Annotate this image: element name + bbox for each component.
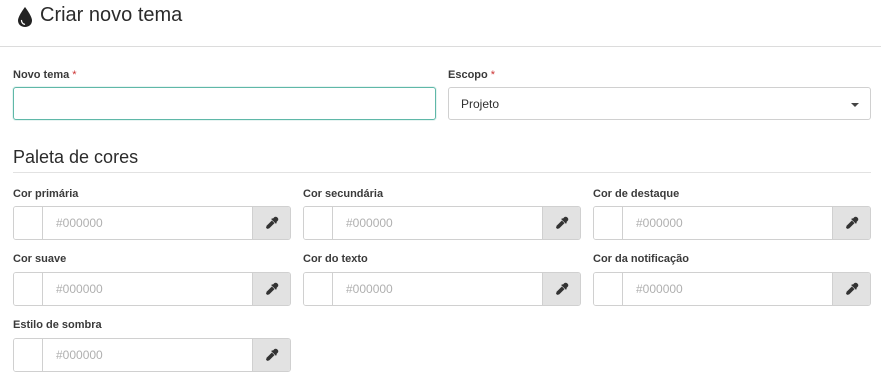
primary-color-label: Cor primária (13, 188, 79, 200)
notification-color-input[interactable] (623, 273, 832, 305)
soft-color-label: Cor suave (13, 253, 67, 265)
required-mark: * (490, 69, 496, 81)
shadow-style-field (13, 338, 291, 372)
eyedropper-button[interactable] (832, 273, 870, 305)
soft-color-input[interactable] (43, 273, 252, 305)
secondary-color-field (303, 206, 581, 240)
soft-color-field (13, 272, 291, 306)
caret-down-icon (851, 103, 859, 107)
color-swatch[interactable] (14, 339, 43, 371)
notification-color-field (593, 272, 871, 306)
color-swatch[interactable] (304, 207, 333, 239)
color-swatch[interactable] (304, 273, 333, 305)
shadow-style-input[interactable] (43, 339, 252, 371)
scope-selected-value: Projeto (461, 97, 500, 111)
eyedropper-button[interactable] (252, 207, 290, 239)
scope-label-text: Escopo (448, 69, 488, 81)
text-color-label: Cor do texto (303, 253, 368, 265)
eyedropper-icon (846, 282, 859, 295)
notification-color-label: Cor da notificação (593, 253, 689, 265)
primary-color-input[interactable] (43, 207, 252, 239)
eyedropper-icon (846, 216, 859, 229)
page-header: Criar novo tema (0, 0, 881, 47)
eyedropper-icon (556, 282, 569, 295)
palette-section-title: Paleta de cores (13, 147, 139, 167)
drop-icon (18, 7, 32, 27)
secondary-color-input[interactable] (333, 207, 542, 239)
page-title: Criar novo tema (40, 4, 183, 26)
eyedropper-button[interactable] (832, 207, 870, 239)
theme-name-label: Novo tema * (13, 69, 77, 81)
color-swatch[interactable] (594, 273, 623, 305)
primary-color-field (13, 206, 291, 240)
color-swatch[interactable] (14, 207, 43, 239)
color-swatch[interactable] (14, 273, 43, 305)
eyedropper-icon (266, 348, 279, 361)
eyedropper-button[interactable] (252, 273, 290, 305)
eyedropper-icon (266, 216, 279, 229)
scope-select[interactable]: Projeto (448, 87, 871, 120)
color-swatch[interactable] (594, 207, 623, 239)
section-divider (13, 172, 871, 173)
shadow-style-label: Estilo de sombra (13, 319, 102, 331)
eyedropper-icon (266, 282, 279, 295)
accent-color-label: Cor de destaque (593, 188, 680, 200)
eyedropper-icon (556, 216, 569, 229)
text-color-input[interactable] (333, 273, 542, 305)
eyedropper-button[interactable] (252, 339, 290, 371)
text-color-field (303, 272, 581, 306)
eyedropper-button[interactable] (542, 207, 580, 239)
eyedropper-button[interactable] (542, 273, 580, 305)
scope-label: Escopo * (448, 69, 495, 81)
theme-name-input[interactable] (13, 87, 436, 120)
required-mark: * (72, 69, 77, 81)
secondary-color-label: Cor secundária (303, 188, 384, 200)
theme-name-label-text: Novo tema (13, 69, 70, 81)
accent-color-input[interactable] (623, 207, 832, 239)
accent-color-field (593, 206, 871, 240)
